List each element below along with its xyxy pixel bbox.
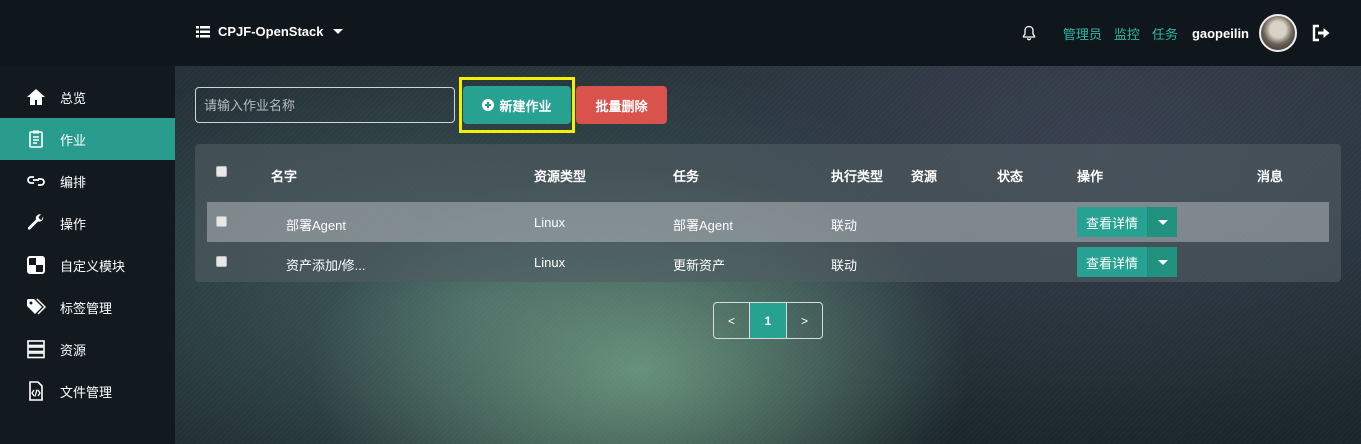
sidebar-item-resources[interactable]: 资源: [0, 328, 175, 370]
column-header: 名字: [271, 169, 298, 184]
prev-page-button[interactable]: <: [714, 303, 750, 338]
sidebar-item-operations[interactable]: 操作: [0, 202, 175, 244]
column-header: 消息: [1257, 169, 1284, 184]
table-row: 部署Agent Linux 部署Agent 联动 查看详情: [207, 202, 1329, 242]
sidebar: 总览 作业 编排 操作 自定义模块 标签管理 资源 文件管理: [0, 66, 175, 444]
sidebar-item-label: 自定义模块: [60, 258, 126, 274]
task: 更新资产: [673, 258, 726, 273]
task: 部署Agent: [673, 218, 733, 233]
batch-delete-label: 批量删除: [595, 98, 648, 114]
dropdown-toggle[interactable]: [1147, 207, 1177, 237]
sidebar-item-jobs[interactable]: 作业: [0, 118, 175, 160]
logout-icon[interactable]: [1311, 24, 1331, 42]
sidebar-item-overview[interactable]: 总览: [0, 76, 175, 118]
username[interactable]: gaopeilin: [1192, 26, 1249, 41]
sidebar-item-label: 资源: [60, 342, 87, 358]
sidebar-item-custom-modules[interactable]: 自定义模块: [0, 244, 175, 286]
sidebar-item-label: 总览: [60, 90, 87, 106]
wrench-icon: [27, 214, 44, 230]
column-header: 操作: [1077, 169, 1104, 184]
home-icon: [27, 89, 45, 105]
view-details-button[interactable]: 查看详情: [1077, 247, 1177, 277]
view-details-label: 查看详情: [1085, 255, 1138, 271]
avatar[interactable]: [1259, 14, 1297, 52]
column-header: 状态: [997, 169, 1024, 184]
task-link[interactable]: 任务: [1152, 24, 1178, 43]
exec-type: 联动: [831, 218, 858, 233]
top-bar: CPJF-OpenStack 管理员 监控 任务 gaopeilin: [0, 0, 1361, 66]
caret-down-icon: [1157, 259, 1168, 265]
clipboard-icon: [29, 130, 43, 148]
new-job-button[interactable]: 新建作业: [463, 86, 571, 124]
top-right-nav: 管理员 监控 任务 gaopeilin: [1021, 14, 1331, 52]
job-name[interactable]: 资产添加/修...: [286, 255, 365, 274]
search-input[interactable]: [195, 87, 455, 123]
checker-icon: [27, 256, 45, 274]
caret-down-icon: [1157, 219, 1168, 225]
sidebar-item-label: 标签管理: [60, 300, 113, 316]
page-1-button[interactable]: 1: [750, 303, 786, 338]
project-selector[interactable]: CPJF-OpenStack: [196, 24, 344, 39]
column-header: 任务: [673, 169, 700, 184]
batch-delete-button[interactable]: 批量删除: [576, 86, 667, 124]
new-job-label: 新建作业: [499, 98, 552, 114]
dropdown-toggle[interactable]: [1147, 247, 1177, 277]
plus-circle-icon: [482, 99, 495, 111]
column-header: 资源: [911, 169, 938, 184]
jobs-table: 名字 资源类型 任务 执行类型 资源 状态 操作 消息 部署Agent Linu…: [195, 144, 1341, 282]
sidebar-item-label: 文件管理: [60, 384, 113, 400]
admin-link[interactable]: 管理员: [1063, 24, 1102, 43]
select-all-checkbox[interactable]: [216, 166, 227, 177]
list-icon: [196, 25, 210, 37]
resource-type: Linux: [534, 215, 566, 230]
sidebar-item-orchestration[interactable]: 编排: [0, 160, 175, 202]
row-checkbox[interactable]: [216, 256, 227, 267]
sidebar-item-tags[interactable]: 标签管理: [0, 286, 175, 328]
monitor-link[interactable]: 监控: [1114, 24, 1140, 43]
sidebar-item-label: 编排: [60, 174, 87, 190]
chevron-down-icon: [333, 29, 344, 34]
next-page-button[interactable]: >: [786, 303, 822, 338]
link-icon: [27, 176, 45, 186]
resource-type: Linux: [534, 255, 566, 270]
sidebar-item-label: 操作: [60, 216, 87, 232]
column-header: 资源类型: [534, 169, 587, 184]
pagination: < 1 >: [713, 302, 823, 339]
server-icon: [27, 340, 45, 359]
table-row: 资产添加/修... Linux 更新资产 联动 查看详情: [207, 242, 1329, 282]
project-name: CPJF-OpenStack: [218, 24, 324, 39]
column-header: 执行类型: [831, 169, 884, 184]
sidebar-item-files[interactable]: 文件管理: [0, 370, 175, 412]
row-checkbox[interactable]: [216, 216, 227, 227]
bell-icon[interactable]: [1021, 25, 1037, 41]
exec-type: 联动: [831, 258, 858, 273]
tags-icon: [27, 298, 46, 315]
file-code-icon: [29, 381, 43, 401]
view-details-button[interactable]: 查看详情: [1077, 207, 1177, 237]
job-name[interactable]: 部署Agent: [286, 215, 346, 234]
sidebar-item-label: 作业: [60, 132, 87, 148]
view-details-label: 查看详情: [1085, 215, 1138, 231]
